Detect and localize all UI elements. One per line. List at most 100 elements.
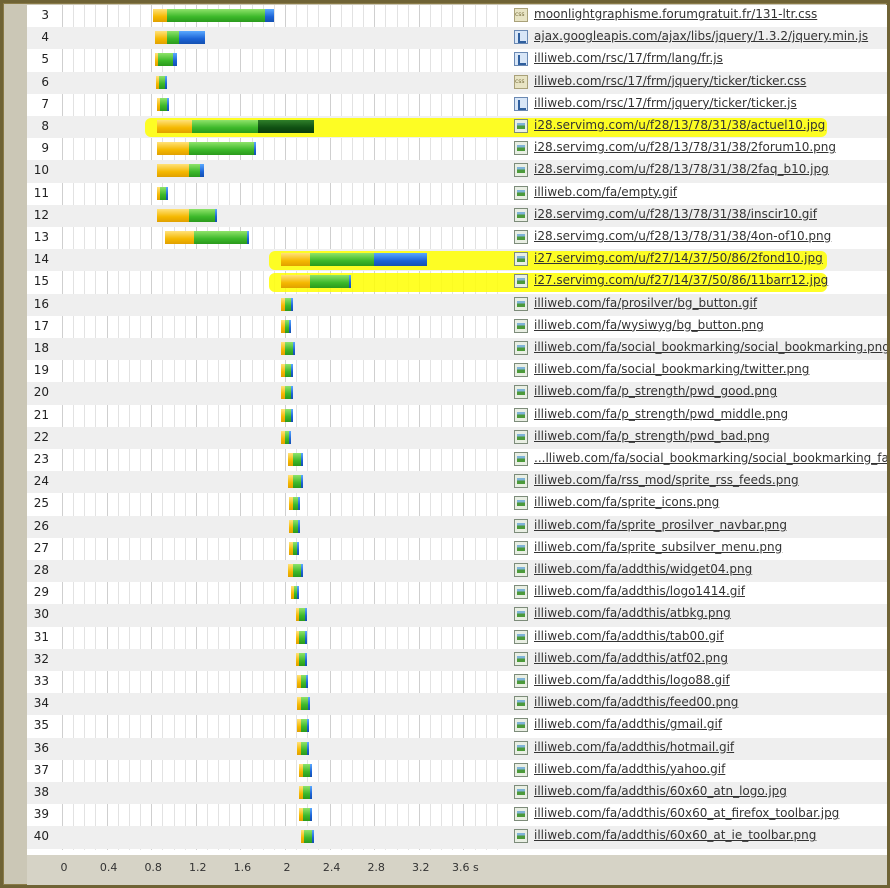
resource-url-link[interactable]: illiweb.com/fa/empty.gif [534, 185, 677, 199]
resource-url-link[interactable]: illiweb.com/fa/addthis/gmail.gif [534, 717, 722, 731]
resource-url-link[interactable]: illiweb.com/fa/addthis/atf02.png [534, 651, 728, 665]
timing-bar[interactable] [299, 808, 312, 822]
resource-url-link[interactable]: illiweb.com/fa/addthis/60x60_at_ie_toolb… [534, 828, 816, 842]
request-row[interactable]: 38 illiweb.com/fa/addthis/60x60_atn_logo.… [27, 782, 887, 805]
resource-url-link[interactable]: illiweb.com/fa/wysiwyg/bg_button.png [534, 318, 764, 332]
request-row[interactable]: 4 ajax.googleapis.com/ajax/libs/jquery/1.… [27, 27, 887, 50]
resource-url-link[interactable]: illiweb.com/fa/addthis/logo88.gif [534, 673, 730, 687]
resource-url-link[interactable]: moonlightgraphisme.forumgratuit.fr/131-l… [534, 7, 817, 21]
resource-url-link[interactable]: illiweb.com/fa/addthis/hotmail.gif [534, 740, 734, 754]
timing-bar[interactable] [296, 652, 308, 666]
resource-url-link[interactable]: ajax.googleapis.com/ajax/libs/jquery/1.3… [534, 29, 868, 43]
request-row[interactable]: 5 illiweb.com/rsc/17/frm/lang/fr.js [27, 49, 887, 71]
timing-bar[interactable] [156, 120, 314, 133]
request-row[interactable]: 40 illiweb.com/fa/addthis/60x60_at_ie_too… [27, 826, 887, 849]
resource-url-link[interactable]: illiweb.com/fa/addthis/60x60_at_firefox_… [534, 806, 839, 820]
request-row[interactable]: 24 illiweb.com/fa/rss_mod/sprite_rss_feed… [27, 471, 887, 494]
request-row[interactable]: 16 illiweb.com/fa/prosilver/bg_button.gif [27, 293, 887, 316]
resource-url-link[interactable]: illiweb.com/fa/sprite_icons.png [534, 495, 719, 509]
request-row[interactable]: 32 illiweb.com/fa/addthis/atf02.png [27, 648, 887, 671]
request-row[interactable]: 19 illiweb.com/fa/social_bookmarking/twit… [27, 360, 887, 382]
timing-bar[interactable] [154, 53, 177, 67]
request-row[interactable]: 15 i27.servimg.com/u/f27/14/37/50/86/11ba… [27, 271, 887, 293]
resource-url-link[interactable]: i28.servimg.com/u/f28/13/78/31/38/inscir… [534, 207, 817, 221]
request-row[interactable]: 14 i27.servimg.com/u/f27/14/37/50/86/2fon… [27, 249, 887, 272]
request-row[interactable]: 9 i28.servimg.com/u/f28/13/78/31/38/2foru… [27, 138, 887, 160]
resource-url-link[interactable]: illiweb.com/fa/addthis/60x60_atn_logo.jp… [534, 784, 787, 798]
timing-bar[interactable] [297, 741, 310, 755]
resource-url-link[interactable]: illiweb.com/fa/p_strength/pwd_middle.png [534, 407, 788, 421]
request-row[interactable]: 11 illiweb.com/fa/empty.gif [27, 183, 887, 205]
timing-bar[interactable] [280, 408, 293, 422]
timing-bar[interactable] [289, 497, 301, 511]
resource-url-link[interactable]: illiweb.com/rsc/17/frm/jquery/ticker/tic… [534, 74, 806, 88]
resource-url-link[interactable]: i28.servimg.com/u/f28/13/78/31/38/4on-of… [534, 229, 831, 243]
resource-url-link[interactable]: illiweb.com/fa/sprite_prosilver_navbar.p… [534, 518, 787, 532]
request-row[interactable]: 25 illiweb.com/fa/sprite_icons.png [27, 493, 887, 515]
timing-bar[interactable] [288, 475, 303, 489]
request-row[interactable]: 31 illiweb.com/fa/addthis/tab00.gif [27, 627, 887, 649]
timing-bar[interactable] [280, 342, 295, 355]
request-row[interactable]: 36 illiweb.com/fa/addthis/hotmail.gif [27, 737, 887, 760]
timing-bar[interactable] [154, 31, 205, 45]
resource-url-link[interactable]: illiweb.com/fa/rss_mod/sprite_rss_feeds.… [534, 473, 799, 487]
resource-url-link[interactable]: illiweb.com/fa/addthis/yahoo.gif [534, 762, 725, 776]
timing-bar[interactable] [296, 608, 308, 622]
resource-url-link[interactable]: illiweb.com/fa/addthis/atbkg.png [534, 606, 731, 620]
resource-url-link[interactable]: illiweb.com/fa/addthis/tab00.gif [534, 629, 724, 643]
timing-bar[interactable] [288, 453, 303, 466]
resource-url-link[interactable]: i27.servimg.com/u/f27/14/37/50/86/2fond1… [534, 251, 823, 265]
timing-bar[interactable] [156, 142, 256, 156]
resource-url-link[interactable]: illiweb.com/fa/addthis/widget04.png [534, 562, 752, 576]
timing-bar[interactable] [300, 830, 314, 844]
request-row[interactable]: 27 illiweb.com/fa/sprite_subsilver_menu.p… [27, 538, 887, 560]
timing-bar[interactable] [280, 253, 427, 267]
request-row[interactable]: 23 ...lliweb.com/fa/social_bookmarking/so… [27, 449, 887, 471]
request-row[interactable]: 12 i28.servimg.com/u/f28/13/78/31/38/insc… [27, 204, 887, 227]
request-row[interactable]: 8 i28.servimg.com/u/f28/13/78/31/38/actue… [27, 116, 887, 139]
resource-url-link[interactable]: i28.servimg.com/u/f28/13/78/31/38/2forum… [534, 140, 836, 154]
request-row[interactable]: 13 i28.servimg.com/u/f28/13/78/31/38/4on-… [27, 227, 887, 249]
timing-bar[interactable] [153, 9, 274, 22]
resource-url-link[interactable]: illiweb.com/rsc/17/frm/lang/fr.js [534, 51, 723, 65]
timing-bar[interactable] [299, 786, 312, 799]
timing-bar[interactable] [280, 297, 293, 311]
request-row[interactable]: 22 illiweb.com/fa/p_strength/pwd_bad.png [27, 426, 887, 449]
resource-url-link[interactable]: ...lliweb.com/fa/social_bookmarking/soci… [534, 451, 887, 465]
request-row[interactable]: 26 illiweb.com/fa/sprite_prosilver_navbar… [27, 515, 887, 538]
request-row[interactable]: 17 illiweb.com/fa/wysiwyg/bg_button.png [27, 316, 887, 338]
resource-url-link[interactable]: illiweb.com/fa/prosilver/bg_button.gif [534, 296, 757, 310]
resource-url-link[interactable]: illiweb.com/fa/p_strength/pwd_bad.png [534, 429, 770, 443]
timing-bar[interactable] [280, 430, 292, 444]
request-row[interactable]: 10 i28.servimg.com/u/f28/13/78/31/38/2faq… [27, 160, 887, 183]
resource-url-link[interactable]: i28.servimg.com/u/f28/13/78/31/38/actuel… [534, 118, 825, 132]
timing-bar[interactable] [164, 231, 250, 244]
timing-bar[interactable] [280, 386, 293, 400]
timing-bar[interactable] [299, 763, 312, 777]
timing-bar[interactable] [289, 541, 300, 555]
resource-url-link[interactable]: illiweb.com/fa/addthis/logo1414.gif [534, 584, 745, 598]
timing-bar[interactable] [280, 364, 293, 378]
request-row[interactable]: 21 illiweb.com/fa/p_strength/pwd_middle.p… [27, 405, 887, 427]
request-row[interactable]: 28 illiweb.com/fa/addthis/widget04.png [27, 560, 887, 583]
timing-bar[interactable] [296, 630, 308, 644]
request-row[interactable]: 34 illiweb.com/fa/addthis/feed00.png [27, 693, 887, 716]
timing-bar[interactable] [156, 186, 168, 200]
resource-url-link[interactable]: i28.servimg.com/u/f28/13/78/31/38/2faq_b… [534, 162, 829, 176]
request-row[interactable]: 30 illiweb.com/fa/addthis/atbkg.png [27, 604, 887, 627]
request-row[interactable]: 18 illiweb.com/fa/social_bookmarking/soci… [27, 338, 887, 361]
resource-url-link[interactable]: illiweb.com/fa/social_bookmarking/social… [534, 340, 887, 354]
timing-bar[interactable] [280, 319, 292, 333]
request-row[interactable]: 39 illiweb.com/fa/addthis/60x60_at_firefo… [27, 804, 887, 826]
timing-bar[interactable] [290, 586, 300, 600]
request-row[interactable]: 6 illiweb.com/rsc/17/frm/jquery/ticker/ti… [27, 71, 887, 94]
request-row[interactable]: 7 illiweb.com/rsc/17/frm/jquery/ticker/ti… [27, 94, 887, 116]
request-row[interactable]: 37 illiweb.com/fa/addthis/yahoo.gif [27, 760, 887, 782]
timing-bar[interactable] [288, 564, 303, 577]
timing-bar[interactable] [297, 697, 311, 711]
timing-bar[interactable] [280, 275, 351, 289]
resource-url-link[interactable]: i27.servimg.com/u/f27/14/37/50/86/11barr… [534, 273, 828, 287]
timing-bar[interactable] [297, 719, 310, 733]
timing-bar[interactable] [156, 208, 217, 222]
timing-bar[interactable] [155, 75, 167, 89]
